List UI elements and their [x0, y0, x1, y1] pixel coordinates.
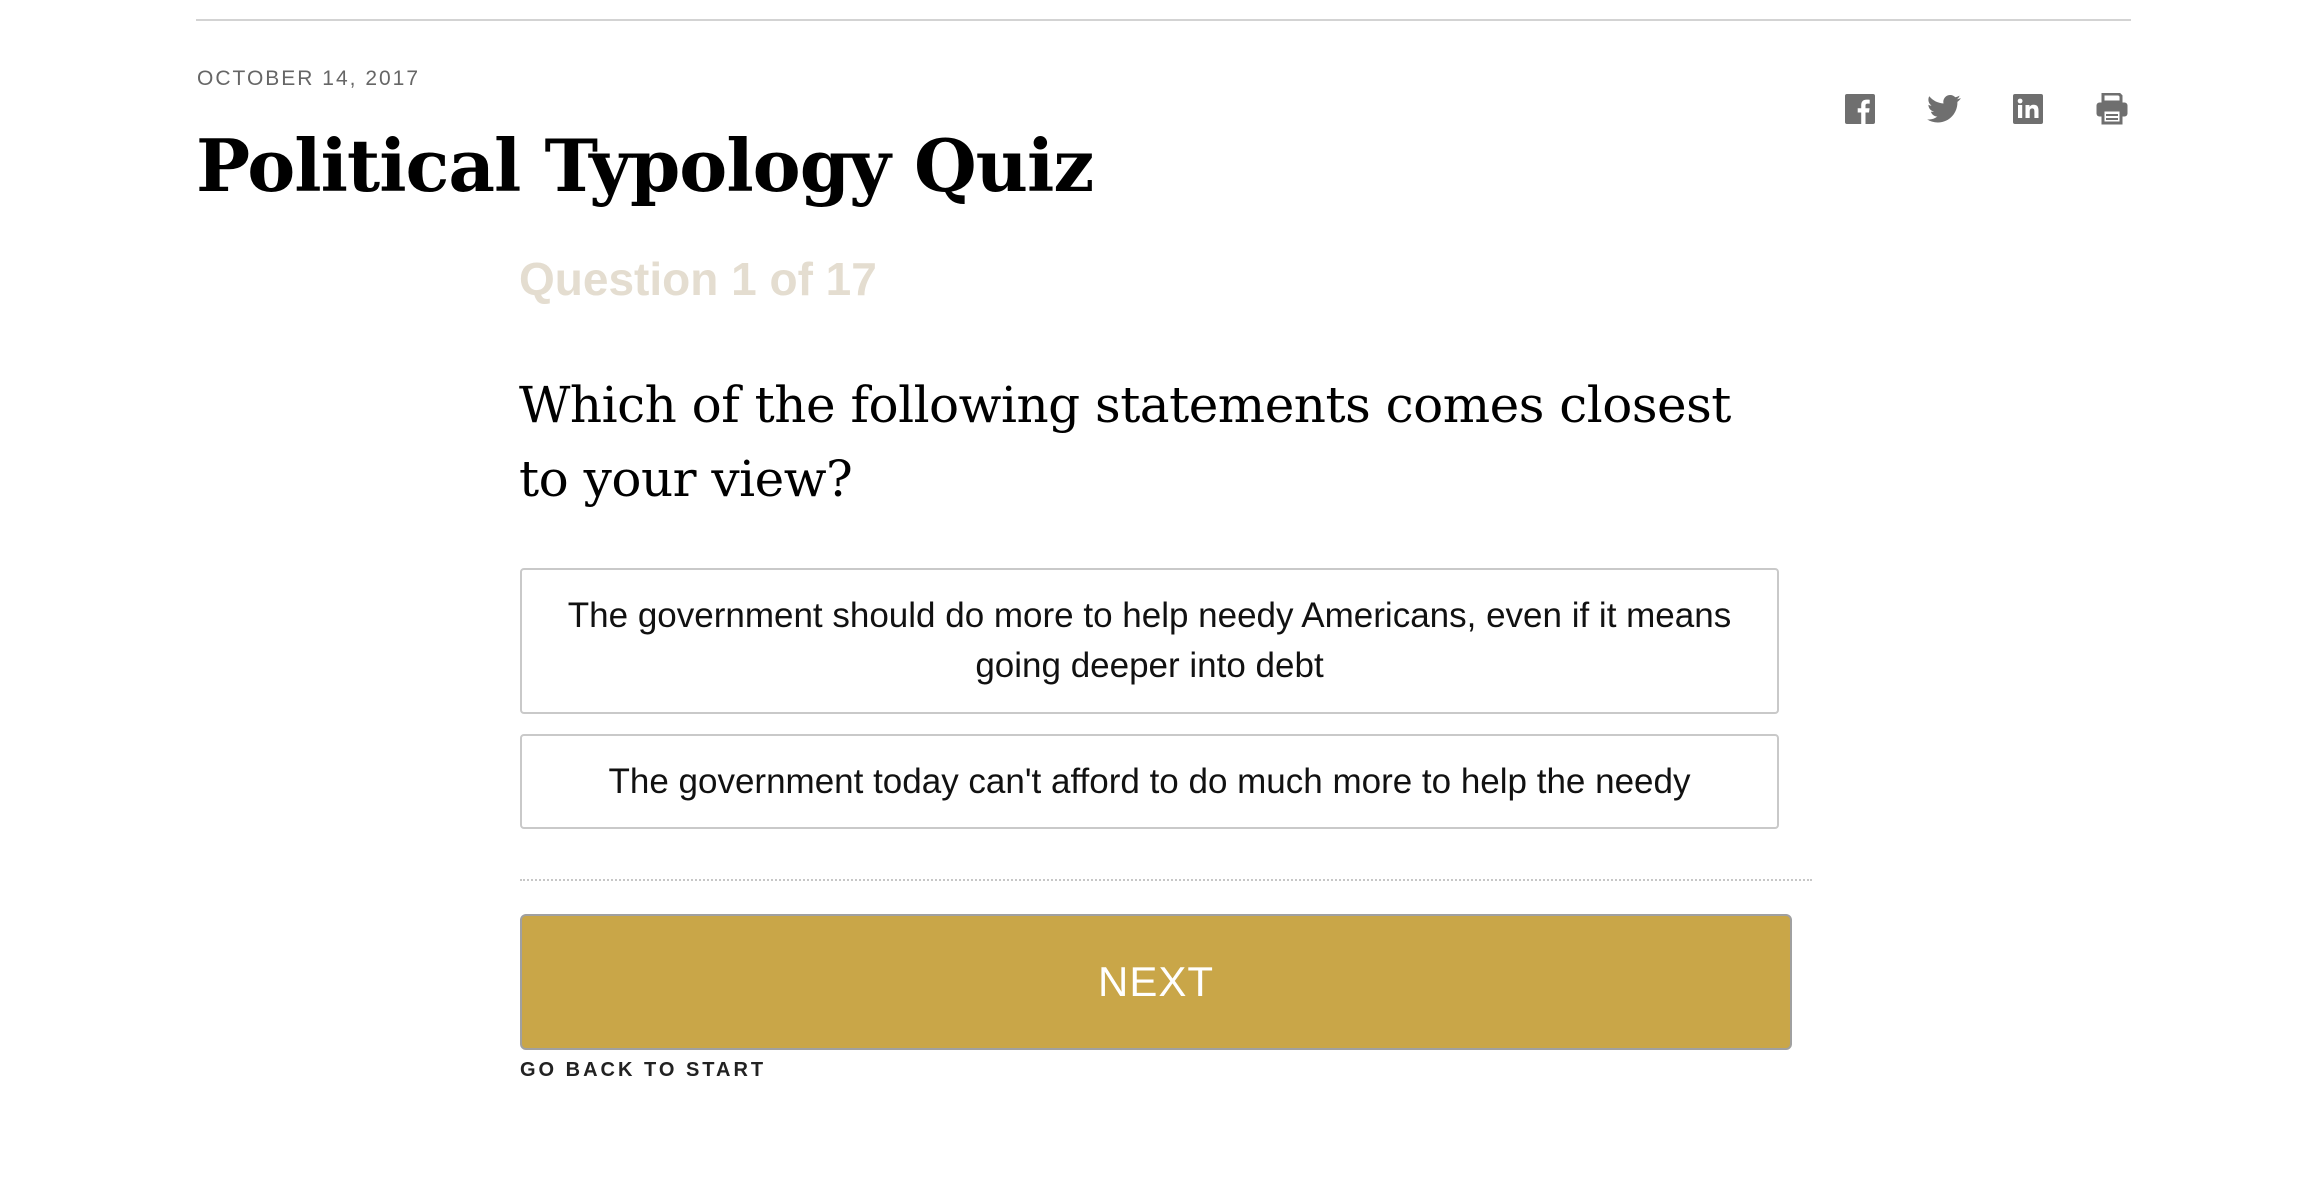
article-date: OCTOBER 14, 2017	[197, 67, 421, 90]
share-facebook-button[interactable]	[1818, 88, 1902, 130]
answer-option-2[interactable]: The government today can't afford to do …	[520, 734, 1779, 829]
share-twitter-button[interactable]	[1902, 88, 1986, 130]
page-title: Political Typology Quiz	[196, 123, 1094, 208]
next-button[interactable]: NEXT	[520, 914, 1792, 1050]
answer-list: The government should do more to help ne…	[520, 568, 1779, 829]
header-divider	[196, 19, 2131, 21]
answer-option-label: The government today can't afford to do …	[608, 761, 1691, 801]
go-back-to-start-link[interactable]: GO BACK TO START	[520, 1059, 766, 1082]
print-icon	[2095, 93, 2129, 125]
facebook-icon	[1845, 94, 1875, 124]
answer-option-label: The government should do more to help ne…	[567, 596, 1732, 685]
linkedin-icon	[2013, 94, 2043, 124]
share-linkedin-button[interactable]	[1986, 88, 2070, 130]
question-counter: Question 1 of 17	[519, 253, 877, 305]
section-divider	[520, 879, 1812, 881]
share-toolbar	[1818, 88, 2154, 130]
print-button[interactable]	[2070, 88, 2154, 130]
question-text: Which of the following statements comes …	[519, 376, 1731, 508]
answer-option-1[interactable]: The government should do more to help ne…	[520, 568, 1779, 714]
twitter-icon	[1927, 95, 1961, 123]
